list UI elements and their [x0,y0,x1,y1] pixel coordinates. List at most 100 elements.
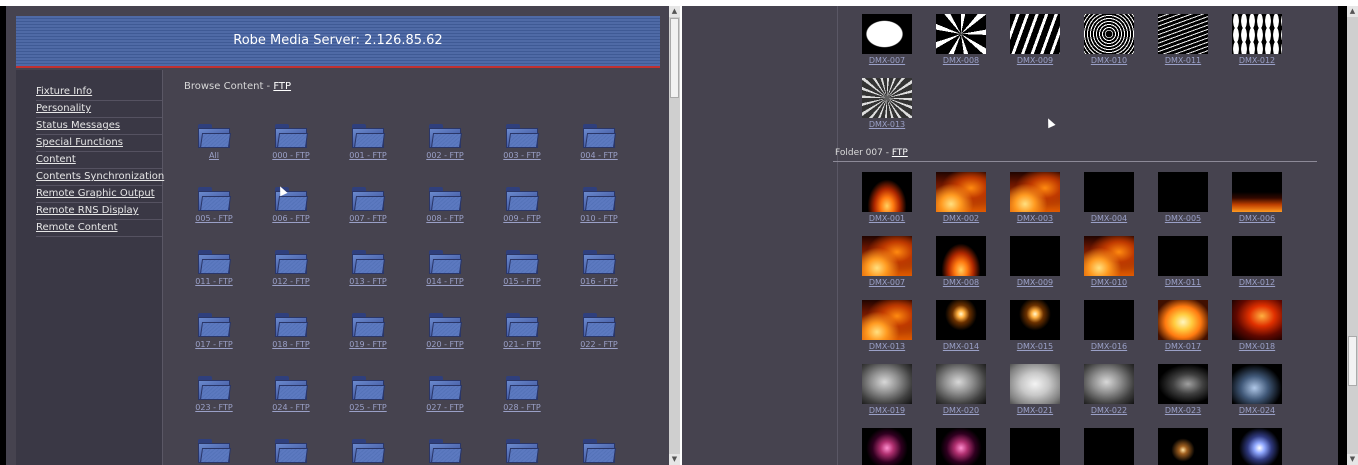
folder-label[interactable]: 011 - FTP [179,277,249,286]
browse-ftp-link[interactable]: FTP [273,81,291,92]
scroll-down-arrow-icon[interactable]: ▼ [669,454,680,465]
folder-label[interactable]: 002 - FTP [410,151,480,160]
folder-icon[interactable] [198,313,232,337]
folder-ftp-link[interactable]: FTP [604,151,618,160]
folder-label[interactable]: 021 - FTP [487,340,557,349]
thumbnail-label[interactable]: DMX-021 [1000,406,1070,415]
content-thumbnail[interactable] [1232,428,1282,465]
thumbnail-label[interactable]: DMX-008 [926,56,996,65]
folder-item[interactable]: 016 - FTP [564,250,634,286]
folder-icon[interactable] [506,187,540,211]
content-thumbnail[interactable] [862,364,912,404]
content-thumbnail[interactable] [1232,236,1282,276]
right-scrollbar[interactable]: ▲ ▼ [1347,6,1358,465]
folder-label[interactable]: 016 - FTP [564,277,634,286]
folder-label[interactable]: 018 - FTP [256,340,326,349]
folder-icon[interactable] [352,439,386,463]
folder-item[interactable]: 025 - FTP [333,376,403,412]
folder-icon[interactable] [352,124,386,148]
content-thumbnail[interactable] [862,14,912,54]
folder-label[interactable]: 028 - FTP [487,403,557,412]
content-thumbnail[interactable] [1158,428,1208,465]
sidebar-item-remote-content[interactable]: Remote Content [36,220,162,237]
folder-icon[interactable] [506,376,540,400]
content-thumbnail[interactable] [1010,428,1060,465]
folder-icon[interactable] [275,376,309,400]
folder-icon[interactable] [275,124,309,148]
thumbnail-label[interactable]: DMX-010 [1074,56,1144,65]
folder-ftp-link[interactable]: FTP [450,214,464,223]
content-thumbnail[interactable] [862,78,912,118]
scroll-down-arrow-icon[interactable]: ▼ [1347,454,1358,465]
sidebar-item-content[interactable]: Content [36,152,162,169]
sidebar-item-status-messages[interactable]: Status Messages [36,118,162,135]
folder-icon[interactable] [429,376,463,400]
content-thumbnail[interactable] [1232,300,1282,340]
thumbnail-label[interactable]: DMX-001 [852,214,922,223]
content-thumbnail[interactable] [1084,300,1134,340]
folder-item[interactable]: 028 - FTP [487,376,557,412]
folder-icon[interactable] [583,313,617,337]
folder-ftp-link[interactable]: FTP [219,403,233,412]
folder-ftp-link[interactable]: FTP [892,148,908,158]
sidebar-item-remote-rns-display[interactable]: Remote RNS Display [36,203,162,220]
content-thumbnail[interactable] [1158,300,1208,340]
thumbnail-label[interactable]: DMX-002 [926,214,996,223]
folder-ftp-link[interactable]: FTP [604,214,618,223]
folder-ftp-link[interactable]: FTP [296,403,310,412]
folder-icon[interactable] [429,187,463,211]
left-scrollbar[interactable]: ▲ ▼ [669,6,680,465]
folder-item[interactable]: 011 - FTP [179,250,249,286]
folder-icon[interactable] [506,124,540,148]
folder-icon[interactable] [583,187,617,211]
folder-ftp-link[interactable]: FTP [373,151,387,160]
folder-label[interactable]: 012 - FTP [256,277,326,286]
sidebar-item-fixture-info[interactable]: Fixture Info [36,84,162,101]
folder-item[interactable]: 005 - FTP [179,187,249,223]
sidebar-item-remote-graphic-output[interactable]: Remote Graphic Output [36,186,162,203]
scroll-up-arrow-icon[interactable]: ▲ [669,6,680,17]
scroll-up-arrow-icon[interactable]: ▲ [1347,6,1358,17]
folder-label[interactable]: 013 - FTP [333,277,403,286]
thumbnail-label[interactable]: DMX-015 [1000,342,1070,351]
folder-item[interactable] [564,439,634,463]
folder-icon[interactable] [583,439,617,463]
thumbnail-label[interactable]: DMX-010 [1074,278,1144,287]
content-thumbnail[interactable] [936,14,986,54]
folder-label[interactable]: 020 - FTP [410,340,480,349]
folder-ftp-link[interactable]: FTP [450,151,464,160]
folder-label[interactable]: 003 - FTP [487,151,557,160]
folder-item[interactable]: 018 - FTP [256,313,326,349]
folder-label[interactable]: 000 - FTP [256,151,326,160]
content-thumbnail[interactable] [936,172,986,212]
folder-item[interactable]: All [179,124,249,160]
content-thumbnail[interactable] [936,300,986,340]
folder-item[interactable]: 024 - FTP [256,376,326,412]
thumbnail-label[interactable]: DMX-004 [1074,214,1144,223]
folder-ftp-link[interactable]: FTP [450,277,464,286]
folder-icon[interactable] [429,250,463,274]
thumbnail-label[interactable]: DMX-013 [852,120,922,129]
thumbnail-label[interactable]: DMX-008 [926,278,996,287]
content-thumbnail[interactable] [1232,364,1282,404]
folder-item[interactable]: 010 - FTP [564,187,634,223]
folder-item[interactable] [410,439,480,463]
folder-item[interactable]: 000 - FTP [256,124,326,160]
folder-ftp-link[interactable]: FTP [450,403,464,412]
folder-icon[interactable] [506,313,540,337]
content-thumbnail[interactable] [1232,14,1282,54]
thumbnail-label[interactable]: DMX-007 [852,278,922,287]
content-thumbnail[interactable] [936,428,986,465]
folder-item[interactable]: 012 - FTP [256,250,326,286]
folder-icon[interactable] [429,124,463,148]
folder-item[interactable]: 023 - FTP [179,376,249,412]
thumbnail-label[interactable]: DMX-011 [1148,56,1218,65]
folder-item[interactable]: 002 - FTP [410,124,480,160]
folder-item[interactable]: 027 - FTP [410,376,480,412]
folder-icon[interactable] [198,376,232,400]
folder-icon[interactable] [198,124,232,148]
folder-icon[interactable] [429,439,463,463]
folder-item[interactable] [179,439,249,463]
thumbnail-label[interactable]: DMX-018 [1222,342,1292,351]
content-thumbnail[interactable] [1010,236,1060,276]
